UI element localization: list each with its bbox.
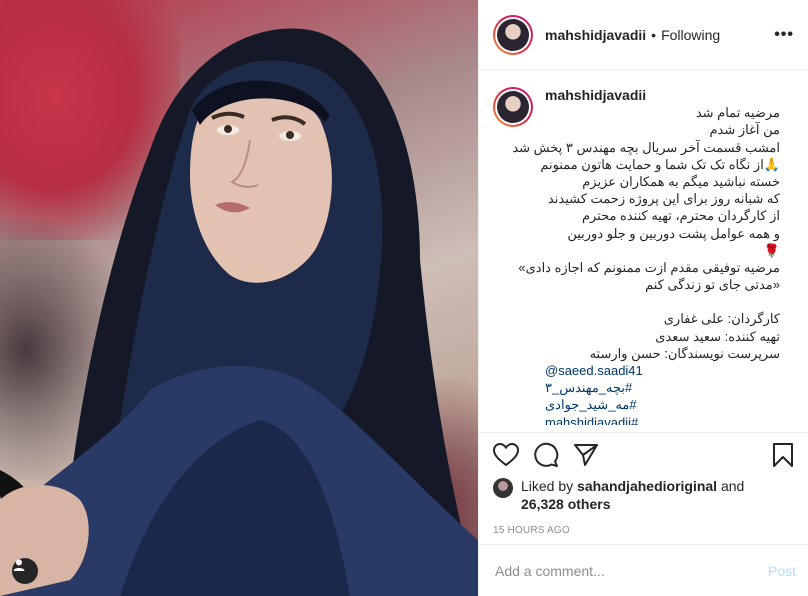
caption-line xyxy=(545,293,780,310)
post-timestamp[interactable]: 15 HOURS AGO xyxy=(493,525,794,536)
hashtag-link[interactable]: #mahshidjavadii xyxy=(545,414,780,425)
likes-conjunction: and xyxy=(720,478,745,494)
likes-summary: Liked by sahandjahedioriginal and 26,328… xyxy=(493,477,794,513)
bookmark-icon[interactable] xyxy=(754,435,794,475)
post-comment-button[interactable]: Post xyxy=(768,563,796,579)
comment-icon[interactable] xyxy=(533,435,573,475)
comment-input[interactable] xyxy=(495,562,768,579)
caption-section: mahshidjavadii مرضیه تمام شد من آغاز شدم ا… xyxy=(479,71,808,425)
caption-lines: مرضیه تمام شد من آغاز شدم امشب قسمت آخر سر… xyxy=(512,104,781,425)
caption-line: که شبانه روز برای این پروژه زحمت کشیدند xyxy=(547,191,780,207)
hashtag-link[interactable]: #بچه_مهندس_۳ xyxy=(545,379,780,396)
follow-status-button[interactable]: Following xyxy=(661,27,720,43)
likes-prefix: Liked by xyxy=(521,478,574,494)
share-icon[interactable] xyxy=(573,435,613,475)
caption-avatar[interactable] xyxy=(493,87,533,127)
caption-line: «مدتی جای تو زندگی کنم xyxy=(645,277,780,293)
heart-icon[interactable] xyxy=(493,435,533,475)
photo-subject xyxy=(0,28,478,596)
action-icons-row xyxy=(493,433,794,477)
mention-link[interactable]: @saeed.saadi41 xyxy=(545,362,780,379)
hashtag-link[interactable]: #مه_شید_جوادی xyxy=(545,396,780,413)
comment-box: Post xyxy=(479,544,808,596)
caption-line: تهیه کننده: سعید سعدی xyxy=(655,328,780,344)
liker-avatar[interactable] xyxy=(493,478,513,498)
caption-line: 🙏از نگاه تک تک شما و حمایت هاتون ممنونم xyxy=(540,156,780,172)
caption-line: خسته نباشید میگم به همکاران عزیزم xyxy=(582,174,780,190)
caption-line: امشب قسمت آخر سریال بچه مهندس ۳ پخش شد xyxy=(512,139,780,155)
avatar-image xyxy=(497,18,529,51)
tagged-user-button[interactable] xyxy=(12,558,38,584)
caption-line: مرضیه تمام شد xyxy=(695,105,780,121)
caption-text: mahshidjavadii مرضیه تمام شد من آغاز شدم ا… xyxy=(512,87,781,425)
header-username[interactable]: mahshidjavadii xyxy=(545,27,646,43)
liker-username[interactable]: sahandjahedioriginal xyxy=(577,478,717,494)
user-icon xyxy=(13,559,25,571)
caption-line: سرپرست نویسندگان: حسن وارسته xyxy=(589,345,780,361)
caption-line: و همه عوامل پشت دوربین و جلو دوربین xyxy=(567,225,780,241)
caption-line: 🌹 xyxy=(763,242,780,258)
post-photo[interactable] xyxy=(0,0,478,596)
caption-line: مرضیه توفیقی مقدم ازت ممنونم که اجازه دا… xyxy=(518,260,780,276)
likes-others-link[interactable]: 26,328 others xyxy=(521,496,611,512)
caption-line: از کارگردان محترم، تهیه کننده محترم xyxy=(581,208,780,224)
header-separator: • xyxy=(651,26,657,43)
post-sidebar: mahshidjavadii • Following ••• mahshidja… xyxy=(478,0,808,596)
caption-line: من آغاز شدم xyxy=(709,122,781,138)
avatar-image xyxy=(497,91,529,123)
post-header: mahshidjavadii • Following ••• xyxy=(479,0,808,70)
more-horizontal-icon[interactable]: ••• xyxy=(774,26,794,44)
avatar[interactable] xyxy=(493,14,533,55)
caption-line: کارگردان: علی غفاری xyxy=(663,311,780,327)
caption-username[interactable]: mahshidjavadii xyxy=(545,87,780,104)
actions-section: Liked by sahandjahedioriginal and 26,328… xyxy=(479,432,808,544)
